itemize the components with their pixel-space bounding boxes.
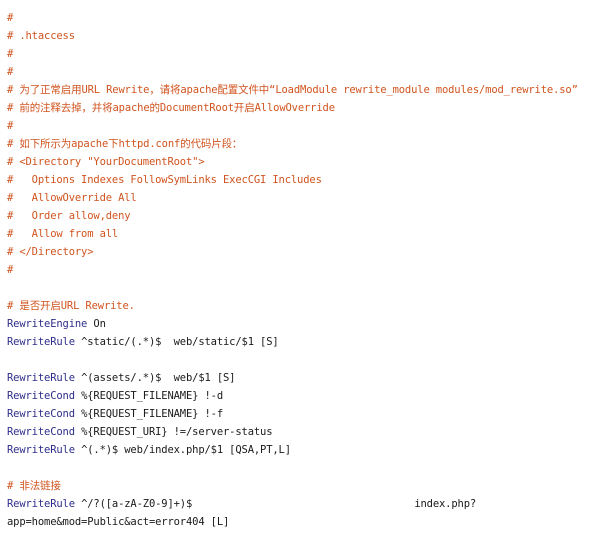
comment-text: # bbox=[7, 66, 14, 78]
code-line: RewriteRule ^/?([a-zA-Z0-9]+)$ index.php… bbox=[7, 495, 595, 513]
comment-text: # 非法链接 bbox=[7, 480, 61, 492]
directive-argument: %{REQUEST_URI} !=/server-status bbox=[81, 426, 273, 438]
directive-argument: app=home&mod=Public&act=error404 [L] bbox=[7, 516, 230, 528]
comment-text: # .htaccess bbox=[7, 30, 75, 42]
comment-text: # AllowOverride All bbox=[7, 192, 137, 204]
directive-keyword: RewriteCond bbox=[7, 408, 82, 420]
code-line: RewriteRule ^(assets/.*)$ web/$1 [S] bbox=[7, 369, 595, 387]
directive-keyword: RewriteCond bbox=[7, 390, 82, 402]
directive-keyword: RewriteCond bbox=[7, 426, 82, 438]
code-line: # bbox=[7, 63, 595, 81]
directive-keyword: RewriteRule bbox=[7, 372, 82, 384]
comment-text: # 前的注释去掉，并将apache的DocumentRoot开启AllowOve… bbox=[7, 102, 335, 114]
directive-keyword: RewriteRule bbox=[7, 444, 82, 456]
directive-keyword: RewriteEngine bbox=[7, 318, 94, 330]
comment-text: # bbox=[7, 264, 14, 276]
comment-text: # </Directory> bbox=[7, 246, 94, 258]
code-line: # 如下所示为apache下httpd.conf的代码片段： bbox=[7, 135, 595, 153]
directive-argument: %{REQUEST_FILENAME} !-d bbox=[81, 390, 224, 402]
htaccess-code-view: # # .htaccess # # # 为了正常启用URL Rewrite，请将apac… bbox=[7, 9, 595, 531]
comment-text: # Allow from all bbox=[7, 228, 119, 240]
code-line: RewriteEngine On bbox=[7, 315, 595, 333]
directive-argument: ^/?([a-zA-Z0-9]+)$ index.php? bbox=[81, 498, 477, 510]
code-line: # bbox=[7, 117, 595, 135]
code-line: app=home&mod=Public&act=error404 [L] bbox=[7, 513, 595, 531]
directive-argument: ^(assets/.*)$ web/$1 [S] bbox=[81, 372, 236, 384]
code-line: RewriteCond %{REQUEST_URI} !=/server-sta… bbox=[7, 423, 595, 441]
directive-argument: %{REQUEST_FILENAME} !-f bbox=[81, 408, 224, 420]
directive-keyword: RewriteRule bbox=[7, 336, 82, 348]
comment-text: # bbox=[7, 12, 14, 24]
comment-text: # bbox=[7, 120, 14, 132]
code-line: # 非法链接 bbox=[7, 477, 595, 495]
comment-text: # Options Indexes FollowSymLinks ExecCGI… bbox=[7, 174, 322, 186]
code-line: # Order allow,deny bbox=[7, 207, 595, 225]
comment-text: # 如下所示为apache下httpd.conf的代码片段： bbox=[7, 138, 243, 150]
code-line: # 前的注释去掉，并将apache的DocumentRoot开启AllowOve… bbox=[7, 99, 595, 117]
code-line: # <Directory "YourDocumentRoot"> bbox=[7, 153, 595, 171]
code-line: RewriteCond %{REQUEST_FILENAME} !-f bbox=[7, 405, 595, 423]
code-line: # 为了正常启用URL Rewrite，请将apache配置文件中“LoadMo… bbox=[7, 81, 595, 99]
directive-argument: ^static/(.*)$ web/static/$1 [S] bbox=[81, 336, 279, 348]
comment-text: # bbox=[7, 48, 14, 60]
code-line: RewriteCond %{REQUEST_FILENAME} !-d bbox=[7, 387, 595, 405]
comment-text: # Order allow,deny bbox=[7, 210, 131, 222]
code-line: # </Directory> bbox=[7, 243, 595, 261]
comment-text: # 是否开启URL Rewrite. bbox=[7, 300, 135, 312]
code-line: RewriteRule ^static/(.*)$ web/static/$1 … bbox=[7, 333, 595, 351]
code-line: RewriteRule ^(.*)$ web/index.php/$1 [QSA… bbox=[7, 441, 595, 459]
code-line: # bbox=[7, 261, 595, 279]
directive-keyword: RewriteRule bbox=[7, 498, 82, 510]
code-line: # Allow from all bbox=[7, 225, 595, 243]
code-line: # bbox=[7, 45, 595, 63]
code-line: # .htaccess bbox=[7, 27, 595, 45]
code-line: # AllowOverride All bbox=[7, 189, 595, 207]
code-line: # 是否开启URL Rewrite. bbox=[7, 297, 595, 315]
code-line: # bbox=[7, 9, 595, 27]
directive-argument: On bbox=[93, 318, 106, 330]
code-line: # Options Indexes FollowSymLinks ExecCGI… bbox=[7, 171, 595, 189]
directive-argument: ^(.*)$ web/index.php/$1 [QSA,PT,L] bbox=[81, 444, 291, 456]
comment-text: # 为了正常启用URL Rewrite，请将apache配置文件中“LoadMo… bbox=[7, 84, 578, 96]
comment-text: # <Directory "YourDocumentRoot"> bbox=[7, 156, 205, 168]
